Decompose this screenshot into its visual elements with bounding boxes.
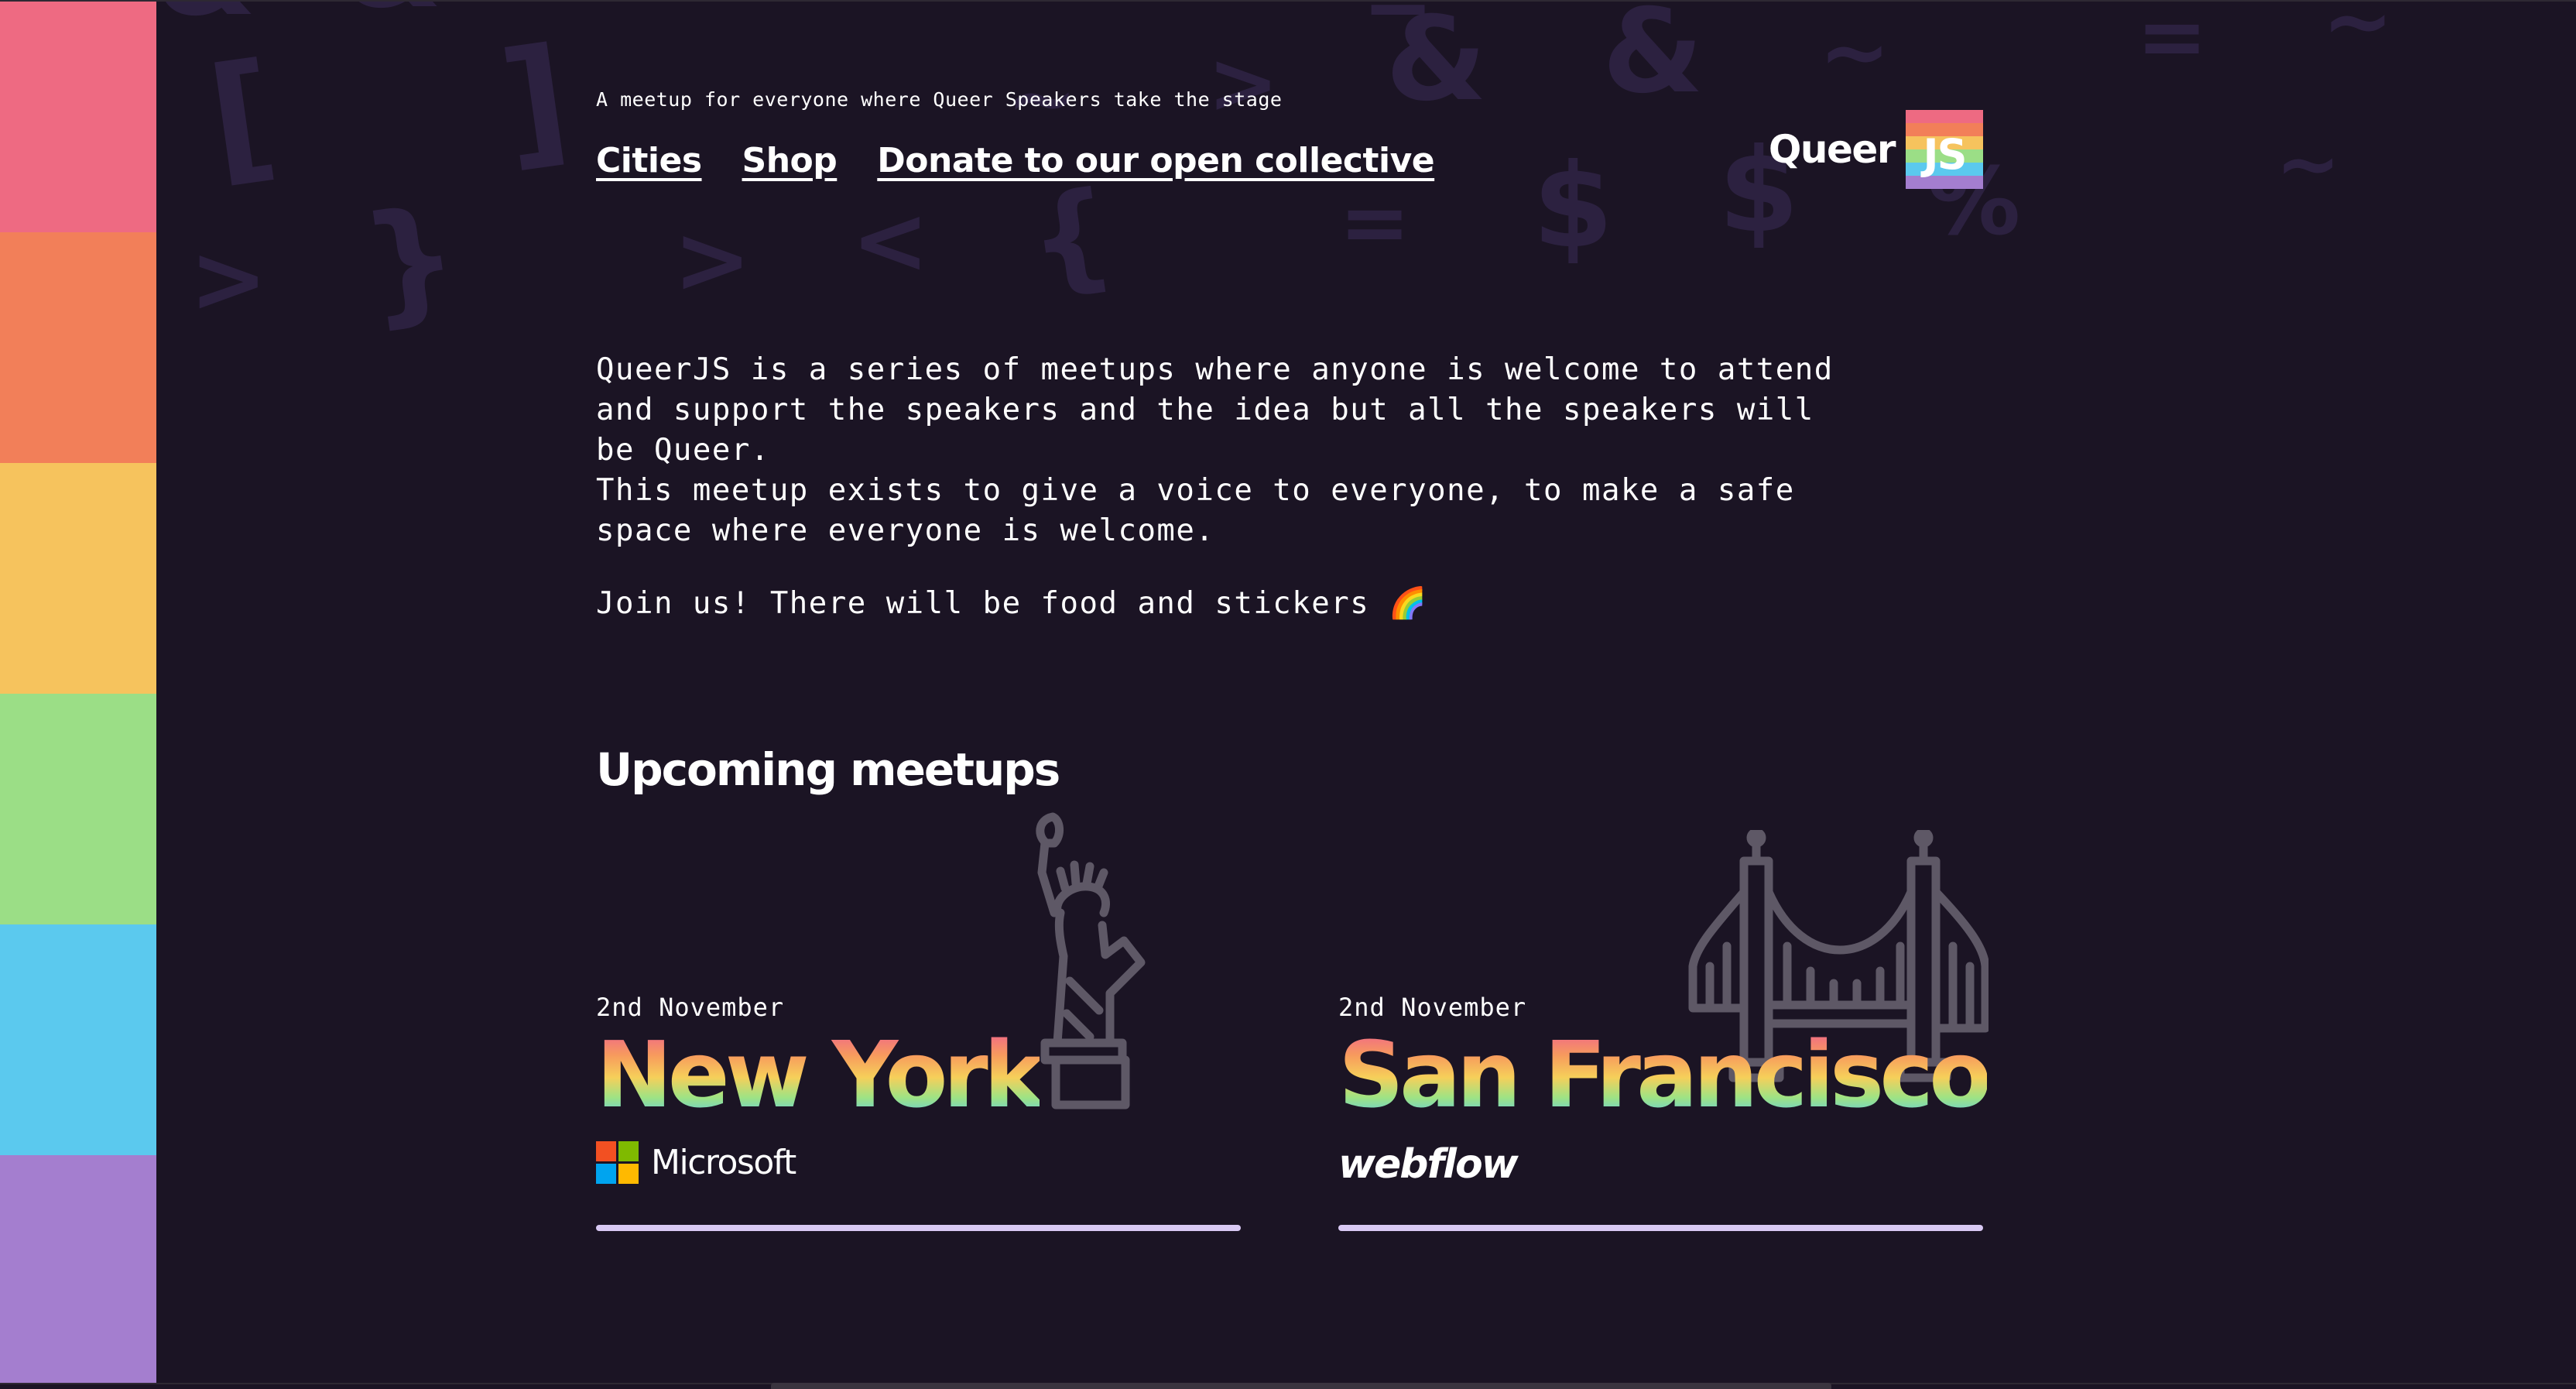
tagline: A meetup for everyone where Queer Speake… <box>596 88 1283 111</box>
nav-link-donate[interactable]: Donate to our open collective <box>877 141 1434 180</box>
bg-symbol: $ <box>1533 139 1614 274</box>
meetup-card-san-francisco[interactable]: 2nd November San Francisco webflow <box>1338 807 1992 1231</box>
logo-badge: JS <box>1906 110 1983 189</box>
bg-symbol: = <box>2136 0 2208 86</box>
page: [ ] } > > < { = ~ > & & ~ = $ $ % ~ = ~ … <box>0 0 2576 1384</box>
intro: QueerJS is a series of meetups where any… <box>596 350 1850 624</box>
rainbow-band-blue <box>0 924 156 1155</box>
meetup-card-new-york[interactable]: 2nd November New York Microsoft <box>596 807 1241 1231</box>
card-underline <box>1338 1225 1983 1231</box>
rainbow-band-green <box>0 694 156 924</box>
rainbow-band-purple <box>0 1155 156 1383</box>
meetup-city: New York <box>596 1021 1044 1128</box>
bg-symbol: & <box>155 2 256 33</box>
queerjs-logo[interactable]: Queer JS <box>1769 110 1983 189</box>
bg-symbol: & <box>1602 0 1704 119</box>
meetup-city: San Francisco <box>1338 1021 1992 1128</box>
intro-paragraph: QueerJS is a series of meetups where any… <box>596 352 1834 468</box>
microsoft-icon <box>596 1141 639 1184</box>
sponsor-name: Microsoft <box>651 1143 796 1182</box>
bg-symbol: < <box>851 187 930 295</box>
bg-symbol: ~ <box>2322 0 2394 70</box>
horizontal-scrollbar[interactable] <box>771 1383 1831 1389</box>
rainbow-band-yellow <box>0 463 156 694</box>
main-nav: Cities Shop Donate to our open collectiv… <box>596 141 1435 180</box>
sponsor-webflow: webflow <box>1338 1141 1519 1188</box>
rainbow-stripe <box>0 2 156 1383</box>
bg-symbol: } <box>353 178 468 344</box>
bg-symbol: ~ <box>2276 118 2341 209</box>
bg-symbol: = <box>1362 2 1434 40</box>
sponsor-name: webflow <box>1338 1141 1519 1188</box>
meetup-date: 2nd November <box>1338 993 1527 1022</box>
intro-paragraph-2: This meetup exists to give a voice to ev… <box>596 473 1795 548</box>
sponsor-microsoft: Microsoft <box>596 1141 796 1184</box>
bg-symbol: > <box>673 207 752 314</box>
nav-link-cities[interactable]: Cities <box>596 141 702 180</box>
bg-symbol: > <box>1208 33 1279 132</box>
bg-symbol: > <box>190 226 268 334</box>
bg-symbol: [ <box>199 33 286 202</box>
bg-symbol: { <box>1020 165 1122 310</box>
rainbow-band-red <box>0 2 156 232</box>
logo-word: Queer <box>1768 127 1896 172</box>
rainbow-band-orange <box>0 232 156 463</box>
join-message: Join us! There will be food and stickers… <box>596 586 1428 621</box>
meetup-date: 2nd November <box>596 993 785 1022</box>
logo-badge-text: JS <box>1923 130 1968 179</box>
bg-symbol: ] <box>492 17 578 187</box>
bg-symbol: ~ <box>1819 2 1891 101</box>
bg-symbol: & <box>341 2 442 25</box>
bg-symbol: = <box>1339 173 1411 272</box>
card-underline <box>596 1225 1241 1231</box>
nav-link-shop[interactable]: Shop <box>742 141 838 180</box>
upcoming-meetups-title: Upcoming meetups <box>596 743 1060 796</box>
